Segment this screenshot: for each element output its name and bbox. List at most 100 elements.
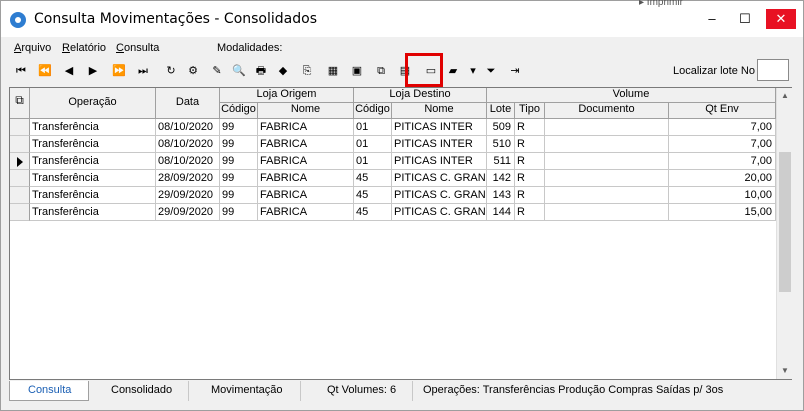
- cell-qt-env[interactable]: 7,00: [669, 153, 776, 170]
- cell-operacao[interactable]: Transferência: [30, 170, 156, 187]
- cell-dest-nome[interactable]: PITICAS C. GRAND: [392, 170, 487, 187]
- header-destino-codigo[interactable]: Código: [354, 103, 392, 119]
- cell-dest-nome[interactable]: PITICAS INTER: [392, 119, 487, 136]
- toolbar-button-next-record[interactable]: ▶: [83, 60, 103, 82]
- scroll-up-icon[interactable]: ▲: [777, 88, 793, 104]
- toolbar-button-folder[interactable]: ▰: [443, 60, 463, 82]
- cell-orig-nome[interactable]: FABRICA: [258, 204, 354, 221]
- row-indicator[interactable]: [10, 153, 30, 170]
- cell-lote[interactable]: 509: [487, 119, 515, 136]
- toolbar-button-filter[interactable]: ▦: [323, 60, 343, 82]
- cell-qt-env[interactable]: 20,00: [669, 170, 776, 187]
- cell-qt-env[interactable]: 7,00: [669, 119, 776, 136]
- header-destino-nome[interactable]: Nome: [392, 103, 487, 119]
- cell-dest-nome[interactable]: PITICAS INTER: [392, 153, 487, 170]
- toolbar-button-export[interactable]: ⧉: [371, 60, 391, 82]
- locate-lote-input[interactable]: [757, 59, 789, 81]
- cell-orig-nome[interactable]: FABRICA: [258, 119, 354, 136]
- cell-qt-env[interactable]: 7,00: [669, 136, 776, 153]
- row-indicator[interactable]: [10, 204, 30, 221]
- cell-documento[interactable]: [545, 187, 669, 204]
- menu-relatorio[interactable]: Relatório: [62, 42, 106, 54]
- tab-consulta[interactable]: Consulta: [9, 381, 89, 401]
- cell-qt-env[interactable]: 15,00: [669, 204, 776, 221]
- toolbar-button-funnel[interactable]: ⏷: [481, 60, 501, 82]
- cell-lote[interactable]: 143: [487, 187, 515, 204]
- cell-tipo[interactable]: R: [515, 170, 545, 187]
- cell-tipo[interactable]: R: [515, 187, 545, 204]
- cell-orig-nome[interactable]: FABRICA: [258, 170, 354, 187]
- vertical-scrollbar[interactable]: ▲ ▼: [776, 88, 792, 379]
- cell-documento[interactable]: [545, 170, 669, 187]
- cell-dest-nome[interactable]: PITICAS C. GRAND: [392, 204, 487, 221]
- toolbar-button-settings[interactable]: ⚙: [183, 60, 203, 82]
- row-indicator[interactable]: [10, 119, 30, 136]
- cell-data[interactable]: 08/10/2020: [156, 136, 220, 153]
- toolbar-button-bookmark[interactable]: ◆: [273, 60, 293, 82]
- tab-movimentacao[interactable]: Movimentação: [189, 381, 301, 401]
- cell-orig-codigo[interactable]: 99: [220, 204, 258, 221]
- cell-dest-codigo[interactable]: 01: [354, 153, 392, 170]
- toolbar-button-goto[interactable]: ⎘: [297, 60, 317, 82]
- cell-tipo[interactable]: R: [515, 136, 545, 153]
- tab-consolidado[interactable]: Consolidado: [89, 381, 189, 401]
- menu-consulta[interactable]: Consulta: [116, 42, 159, 54]
- header-tipo[interactable]: Tipo: [515, 103, 545, 119]
- toolbar-button-preview[interactable]: 🔍: [229, 60, 249, 82]
- toolbar-button-previous-record[interactable]: ◀: [59, 60, 79, 82]
- cell-documento[interactable]: [545, 153, 669, 170]
- cell-tipo[interactable]: R: [515, 119, 545, 136]
- toolbar-button-refresh[interactable]: ↻: [161, 60, 181, 82]
- header-data[interactable]: Data: [156, 88, 220, 119]
- cell-orig-codigo[interactable]: 99: [220, 170, 258, 187]
- header-qt-env[interactable]: Qt Env: [669, 103, 776, 119]
- cell-dest-codigo[interactable]: 01: [354, 136, 392, 153]
- toolbar-button-first-record[interactable]: ⏮: [11, 60, 31, 82]
- scroll-down-icon[interactable]: ▼: [777, 363, 793, 379]
- cell-data[interactable]: 29/09/2020: [156, 187, 220, 204]
- toolbar-button-filter-box[interactable]: ▣: [347, 60, 367, 82]
- cell-dest-codigo[interactable]: 01: [354, 119, 392, 136]
- cell-tipo[interactable]: R: [515, 204, 545, 221]
- header-operacao[interactable]: Operação: [30, 88, 156, 119]
- cell-qt-env[interactable]: 10,00: [669, 187, 776, 204]
- cell-orig-codigo[interactable]: 99: [220, 153, 258, 170]
- header-origem-nome[interactable]: Nome: [258, 103, 354, 119]
- cell-data[interactable]: 29/09/2020: [156, 204, 220, 221]
- toolbar-button-next-page[interactable]: ⏩: [109, 60, 129, 82]
- cell-dest-nome[interactable]: PITICAS INTER: [392, 136, 487, 153]
- row-indicator[interactable]: [10, 170, 30, 187]
- cell-tipo[interactable]: R: [515, 153, 545, 170]
- cell-orig-nome[interactable]: FABRICA: [258, 187, 354, 204]
- cell-orig-codigo[interactable]: 99: [220, 136, 258, 153]
- cell-data[interactable]: 08/10/2020: [156, 153, 220, 170]
- cell-operacao[interactable]: Transferência: [30, 187, 156, 204]
- cell-documento[interactable]: [545, 136, 669, 153]
- cell-lote[interactable]: 142: [487, 170, 515, 187]
- cell-operacao[interactable]: Transferência: [30, 136, 156, 153]
- cell-orig-nome[interactable]: FABRICA: [258, 136, 354, 153]
- cell-dest-codigo[interactable]: 45: [354, 170, 392, 187]
- header-lote[interactable]: Lote: [487, 103, 515, 119]
- cell-orig-codigo[interactable]: 99: [220, 187, 258, 204]
- cell-data[interactable]: 28/09/2020: [156, 170, 220, 187]
- row-indicator[interactable]: [10, 136, 30, 153]
- cell-operacao[interactable]: Transferência: [30, 204, 156, 221]
- close-button[interactable]: ✕: [766, 9, 796, 29]
- cell-data[interactable]: 08/10/2020: [156, 119, 220, 136]
- cell-operacao[interactable]: Transferência: [30, 153, 156, 170]
- cell-dest-codigo[interactable]: 45: [354, 187, 392, 204]
- cell-documento[interactable]: [545, 204, 669, 221]
- cell-lote[interactable]: 144: [487, 204, 515, 221]
- cell-lote[interactable]: 510: [487, 136, 515, 153]
- toolbar-button-print[interactable]: 🖶: [251, 60, 271, 82]
- menu-arquivo[interactable]: Arquivo: [14, 42, 51, 54]
- header-documento[interactable]: Documento: [545, 103, 669, 119]
- cell-dest-codigo[interactable]: 45: [354, 204, 392, 221]
- scroll-thumb[interactable]: [779, 152, 791, 292]
- cell-dest-nome[interactable]: PITICAS C. GRAND: [392, 187, 487, 204]
- toolbar-button-last-record[interactable]: ⏭: [133, 60, 153, 82]
- toolbar-button-previous-page[interactable]: ⏪: [35, 60, 55, 82]
- header-origem-codigo[interactable]: Código: [220, 103, 258, 119]
- cell-orig-nome[interactable]: FABRICA: [258, 153, 354, 170]
